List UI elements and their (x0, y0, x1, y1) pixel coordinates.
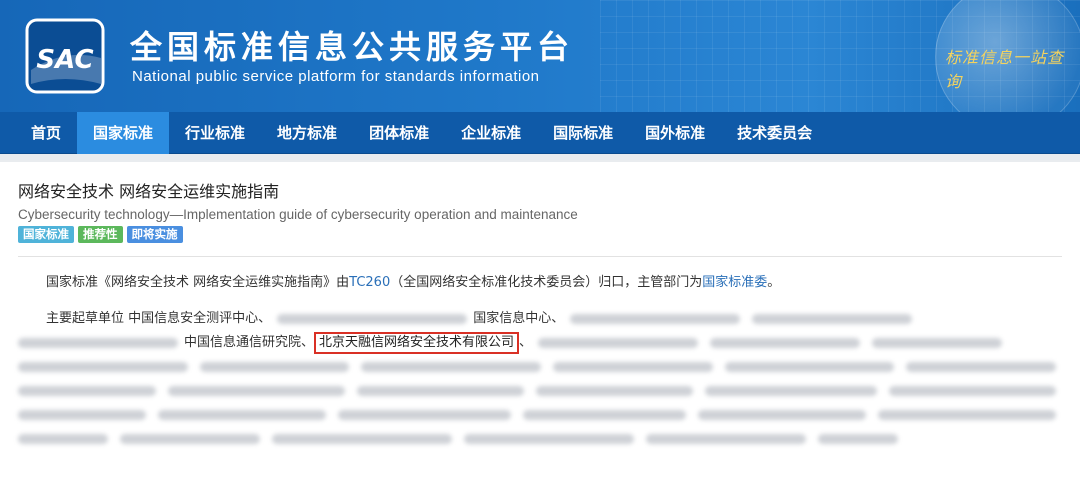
nav-item-foreign-standards[interactable]: 国外标准 (629, 112, 721, 154)
nav-item-group-standards[interactable]: 团体标准 (353, 112, 445, 154)
drafters-line-5 (18, 403, 1062, 427)
separator: 、 (258, 311, 272, 326)
sac-logo[interactable]: SAC (25, 18, 105, 94)
blurred-unit (277, 314, 468, 324)
site-title-cn: 全国标准信息公共服务平台 (130, 28, 575, 66)
drafter-unit-1: 中国信息安全测评中心 (128, 311, 259, 326)
blurred-unit (361, 362, 541, 372)
drafters-line-6 (18, 427, 1062, 451)
blurred-unit (710, 338, 861, 348)
blurred-unit (18, 362, 188, 372)
standard-detail: 网络安全技术 网络安全运维实施指南 Cybersecurity technolo… (0, 162, 1080, 451)
badge-national-standard: 国家标准 (18, 226, 74, 243)
blurred-unit (646, 434, 806, 444)
standard-title-en: Cybersecurity technology—Implementation … (18, 207, 578, 222)
drafters-line-2: 中国信息通信研究院 、 北京天融信网络安全技术有限公司 、 (18, 331, 1062, 355)
blurred-unit (464, 434, 634, 444)
blurred-unit (167, 386, 345, 396)
nav-item-international-standards[interactable]: 国际标准 (537, 112, 629, 154)
nav-item-industry-standards[interactable]: 行业标准 (169, 112, 261, 154)
blurred-unit (878, 410, 1056, 420)
blurred-unit (535, 386, 693, 396)
blurred-unit (906, 362, 1056, 372)
blurred-unit (704, 386, 877, 396)
site-slogan: 标准信息一站查询 (945, 48, 1065, 91)
drafters-line-4 (18, 379, 1062, 403)
blurred-unit (18, 338, 178, 348)
description-suffix: 。 (767, 275, 781, 290)
site-header: SAC 全国标准信息公共服务平台 National public service… (0, 0, 1080, 112)
blurred-unit (552, 362, 713, 372)
blurred-unit (18, 410, 147, 420)
drafter-unit-3: 中国信息通信研究院 (184, 335, 302, 350)
blurred-unit (818, 434, 898, 444)
badge-upcoming: 即将实施 (126, 226, 183, 243)
drafter-unit-2: 国家信息中心 (473, 311, 552, 326)
separator: 、 (519, 335, 533, 350)
standard-description: 国家标准《网络安全技术 网络安全运维实施指南》由TC260（全国网络安全标准化技… (18, 273, 1062, 293)
blurred-unit (698, 410, 867, 420)
drafters-label: 主要起草单位 (46, 311, 125, 326)
section-divider (18, 256, 1062, 257)
blurred-unit (272, 434, 452, 444)
blurred-unit (158, 410, 327, 420)
blurred-unit (199, 362, 350, 372)
blurred-unit (523, 410, 687, 420)
blurred-unit (120, 434, 260, 444)
highlighted-drafter-unit: 北京天融信网络安全技术有限公司 (314, 332, 520, 354)
separator: 、 (301, 335, 315, 350)
blurred-unit (356, 386, 524, 396)
main-nav: 首页 国家标准 行业标准 地方标准 团体标准 企业标准 国际标准 国外标准 技术… (0, 112, 1080, 154)
description-prefix: 国家标准《网络安全技术 网络安全运维实施指南》由 (46, 275, 350, 290)
svg-text:SAC: SAC (36, 45, 93, 75)
nav-item-national-standards[interactable]: 国家标准 (77, 112, 170, 154)
drafters-line-3 (18, 355, 1062, 379)
drafters-line-1: 主要起草单位 中国信息安全测评中心 、 国家信息中心 、 (18, 307, 1062, 331)
status-badges: 国家标准 推荐性 即将实施 (18, 226, 1062, 243)
site-title-en: National public service platform for sta… (132, 68, 540, 85)
blurred-unit (724, 362, 895, 372)
tc260-link[interactable]: TC260 (349, 275, 390, 290)
drafting-units: 主要起草单位 中国信息安全测评中心 、 国家信息中心 、 中国信息通信研究院 、… (18, 307, 1062, 451)
badge-recommended: 推荐性 (78, 226, 123, 243)
separator: 、 (551, 311, 565, 326)
blurred-unit (872, 338, 1003, 348)
blurred-unit (752, 314, 913, 324)
blurred-unit (18, 386, 156, 396)
blurred-unit (570, 314, 741, 324)
nav-item-home[interactable]: 首页 (15, 112, 77, 154)
blurred-unit (18, 434, 108, 444)
standard-title-cn: 网络安全技术 网络安全运维实施指南 (18, 182, 280, 201)
nav-item-technical-committees[interactable]: 技术委员会 (721, 112, 828, 154)
nav-separator (0, 154, 1080, 162)
nav-item-local-standards[interactable]: 地方标准 (261, 112, 353, 154)
nav-item-enterprise-standards[interactable]: 企业标准 (445, 112, 537, 154)
blurred-unit (538, 338, 699, 348)
blurred-unit (338, 410, 512, 420)
description-tc-name: （全国网络安全标准化技术委员会）归口，主管部门为 (390, 275, 703, 290)
authority-link[interactable]: 国家标准委 (702, 275, 767, 290)
blurred-unit (888, 386, 1056, 396)
